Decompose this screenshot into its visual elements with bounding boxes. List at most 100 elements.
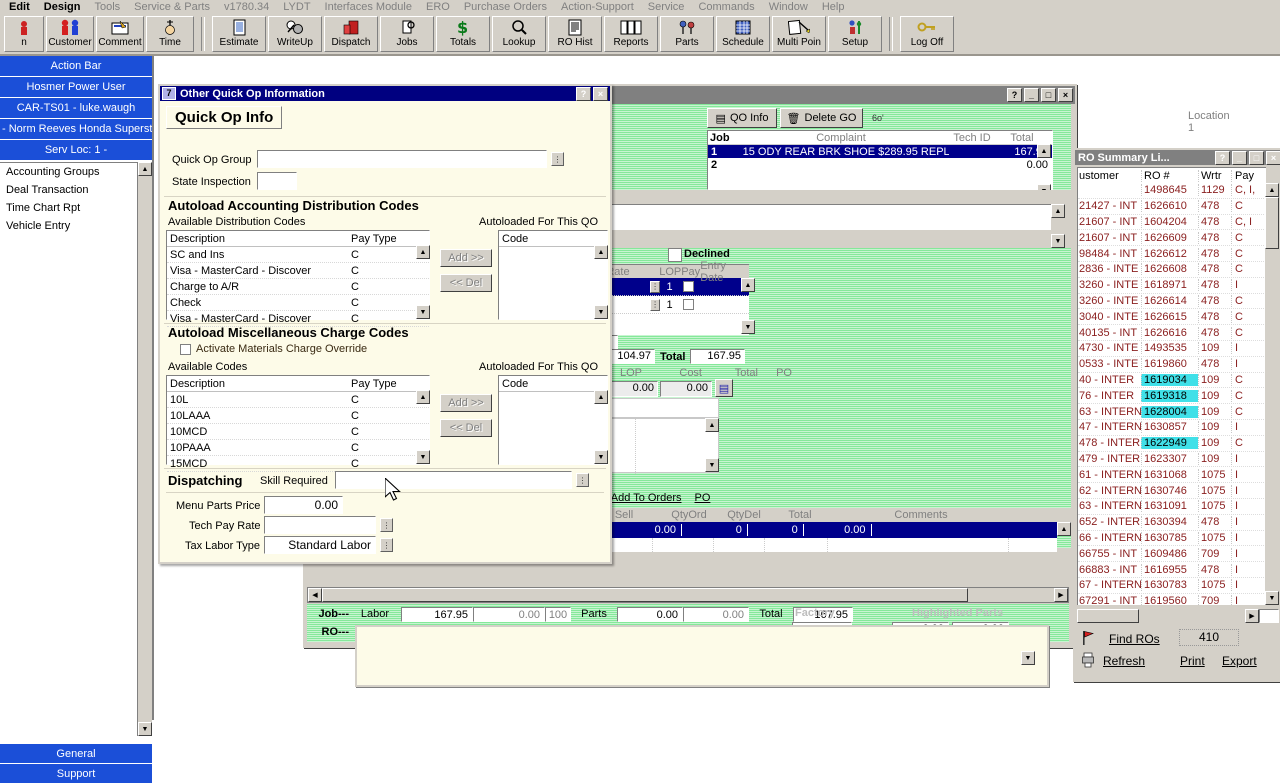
hours-scroll-up-icon[interactable]: ▲ [1051,204,1065,218]
notes-scroll-down-icon[interactable]: ▼ [1021,651,1035,665]
tech-pay-rate-lookup-icon[interactable]: ⋮ [380,518,393,532]
ro-summary-hscrollbar[interactable]: ▶ [1077,608,1279,624]
toolbar-button-totals[interactable]: $ Totals [436,16,490,52]
totals-labor-value[interactable]: 167.95 [401,606,473,622]
export-link[interactable]: Export [1222,654,1257,668]
ro-summary-row[interactable]: 3260 - INTE 1618971 478 I [1078,278,1266,294]
declined-checkbox[interactable] [668,248,682,262]
toolbar-button-log-off[interactable]: Log Off [900,16,954,52]
distribution-autoloaded-scrollbar[interactable]: ▲ ▼ [594,245,608,319]
toolbar-button-schedule[interactable]: Schedule [716,16,770,52]
ro-summary-row[interactable]: 478 - INTER 1622949 109 C [1078,436,1266,452]
dist-auto-scroll-up-icon[interactable]: ▲ [594,245,608,259]
toolbar-button-n[interactable]: n [4,16,44,52]
menu-item-service[interactable]: Service [641,0,692,14]
tech-scroll-up-icon[interactable]: ▲ [741,278,755,292]
distribution-del-button[interactable]: << Del [440,274,492,292]
action-bar-item-vehicle-entry[interactable]: Vehicle Entry [0,217,152,235]
toolbar-button-comment[interactable]: Comment [96,16,144,52]
find-ros-link[interactable]: Find ROs [1109,632,1160,646]
maximize-button[interactable]: □ [1041,88,1056,102]
action-bar-item-time-chart-rpt[interactable]: Time Chart Rpt [0,199,152,217]
tax-labor-type-input[interactable]: Standard Labor [264,536,376,554]
misc-scroll-down-icon[interactable]: ▼ [416,450,430,464]
misc-add-button[interactable]: Add >> [440,394,492,412]
ro-summary-row[interactable]: 40 - INTER 1619034 109 C [1078,373,1266,389]
sublet-total-field[interactable]: 0.00 [660,381,712,397]
sublet-scroll-down-icon[interactable]: ▼ [705,458,719,472]
labor-total-field[interactable]: 167.95 [690,349,745,364]
ros-scroll-up-icon[interactable]: ▲ [1265,183,1279,197]
ro-summary-row[interactable]: 479 - INTER 1623307 109 I [1078,452,1266,468]
dist-auto-scroll-down-icon[interactable]: ▼ [594,305,608,319]
ro-summary-row[interactable]: 21607 - INT 1626609 478 C [1078,230,1266,247]
delete-qo-button[interactable]: 🗑 Delete GO [780,108,863,128]
tech-scroll-down-icon[interactable]: ▼ [741,320,755,334]
list-item[interactable]: 15MCD C [167,456,429,472]
po-document-icon[interactable]: ▤ [715,379,733,397]
quick-op-group-lookup-icon[interactable]: ⋮ [551,152,564,166]
notes-scrollbar[interactable]: ▼ [1021,629,1035,665]
toolbar-button-estimate[interactable]: Estimate [212,16,266,52]
tech-payrate-lookup-icon[interactable]: ⋮ [650,280,661,293]
ro-summary-row[interactable]: 67 - INTERN 1630783 1075 I [1078,578,1266,594]
toolbar-button-writeup[interactable]: WriteUp [268,16,322,52]
ro-summary-row[interactable]: 2836 - INTE 1626608 478 C [1078,262,1266,278]
list-item[interactable]: 10L C [167,392,429,408]
ro-summary-row[interactable]: 1498645 1129 C, I, [1078,183,1266,199]
ro-summary-row[interactable]: 61 - INTERN 1631068 1075 I [1078,467,1266,484]
help-button[interactable]: ? [1007,88,1022,102]
hours-scroll-down-icon[interactable]: ▼ [1051,234,1065,248]
ro-summary-row[interactable]: 3260 - INTE 1626614 478 C [1078,294,1266,310]
quick-op-close-button[interactable]: × [593,86,608,101]
menu-item-edit[interactable]: Edit [2,0,37,14]
misc-del-button[interactable]: << Del [440,419,492,437]
dist-scroll-down-icon[interactable]: ▼ [416,305,430,319]
toolbar-button-jobs[interactable]: Jobs [380,16,434,52]
rate-field[interactable]: 104.97 [610,349,655,364]
hscroll-thumb[interactable] [322,588,968,602]
list-item[interactable]: Visa - MasterCard - Discover C [167,263,429,279]
tax-labor-type-lookup-icon[interactable]: ⋮ [380,538,393,552]
toolbar-button-time[interactable]: Time [146,16,194,52]
action-bar-scrollbar[interactable]: ▲ ▼ [137,162,152,736]
ro-summary-scrollbar[interactable]: ▲ ▼ [1265,183,1279,605]
ro-summary-row[interactable]: 3040 - INTE 1626615 478 C [1078,309,1266,326]
parts-scroll-up-icon[interactable]: ▲ [1057,522,1071,536]
dist-scroll-up-icon[interactable]: ▲ [416,245,430,259]
job-scroll-up-icon[interactable]: ▲ [1037,144,1051,158]
scroll-up-icon[interactable]: ▲ [138,162,152,176]
menu-item-lydt[interactable]: LYDT [276,0,317,14]
tech-payrate-lookup-icon[interactable]: ⋮ [650,298,661,311]
ro-summary-row[interactable]: 652 - INTER 1630394 478 I [1078,515,1266,531]
sublet-scrollbar[interactable]: ▲ ▼ [705,418,719,472]
minimize-button[interactable]: _ [1024,88,1039,102]
job-grid[interactable]: Job Complaint Tech ID Total 1 15 ODY REAR… [707,130,1053,190]
qo-info-button[interactable]: ▤ QO Info [707,108,777,128]
skill-required-lookup-icon[interactable]: ⋮ [576,473,589,487]
menu-item-service-parts[interactable]: Service & Parts [127,0,217,14]
part-link-add-to-orders[interactable]: Add To Orders [611,492,682,504]
action-bar-footer-general[interactable]: General [0,744,152,764]
ro-summary-row[interactable]: 76 - INTER 1619318 109 C [1078,388,1266,405]
scroll-down-icon[interactable]: ▼ [138,722,152,736]
ros-hscroll-right-icon[interactable]: ▶ [1245,609,1259,623]
ro-summary-row[interactable]: 40135 - INT 1626616 478 C [1078,325,1266,341]
ro-horizontal-scrollbar[interactable]: ◀ ▶ [307,587,1069,603]
ro-summary-row[interactable]: 66 - INTERN 1630785 1075 I [1078,531,1266,547]
tech-grid-scrollbar[interactable]: ▲ ▼ [741,278,755,334]
toolbar-button-ro-hist[interactable]: RO Hist [548,16,602,52]
ro-summary-row[interactable]: 63 - INTERN 1631091 1075 I [1078,499,1266,515]
list-item[interactable]: 10PAAA C [167,440,429,456]
ro-summary-row[interactable]: 21427 - INT 1626610 478 C [1078,199,1266,215]
toolbar-button-multi-poin[interactable]: Multi Poin [772,16,826,52]
refresh-link[interactable]: Refresh [1103,654,1145,668]
ro-summary-row[interactable]: 4730 - INTE 1493535 109 I [1078,341,1266,357]
close-button[interactable]: × [1058,88,1073,102]
misc-available-list[interactable]: Description Pay Type 10L C 10LAAA C 10MCD C 10… [166,375,430,472]
skill-required-input[interactable] [335,471,572,489]
distribution-autoloaded-list[interactable]: Code [498,230,608,320]
misc-autoloaded-scrollbar[interactable]: ▲ ▼ [594,390,608,464]
ro-summary-close-button[interactable]: × [1266,150,1280,165]
hours-scrollbar[interactable]: ▲ ▼ [1051,204,1065,248]
